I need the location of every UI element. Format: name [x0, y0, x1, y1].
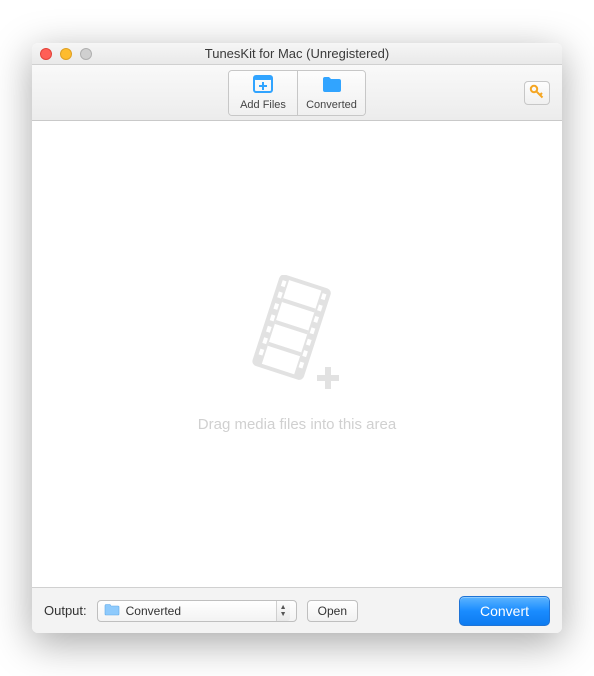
register-button[interactable] — [524, 81, 550, 105]
drop-area[interactable]: Drag media files into this area — [32, 121, 562, 587]
folder-small-icon — [104, 603, 120, 619]
drag-hint-text: Drag media files into this area — [198, 416, 396, 433]
convert-button[interactable]: Convert — [459, 596, 550, 626]
add-files-label: Add Files — [240, 99, 286, 111]
traffic-lights — [32, 48, 92, 60]
open-button[interactable]: Open — [307, 600, 358, 622]
close-window-button[interactable] — [40, 48, 52, 60]
converted-label: Converted — [306, 99, 357, 111]
app-window: TunesKit for Mac (Unregistered) Add File… — [32, 43, 562, 633]
titlebar[interactable]: TunesKit for Mac (Unregistered) — [32, 43, 562, 65]
convert-button-label: Convert — [480, 603, 529, 619]
key-icon — [529, 84, 545, 103]
open-button-label: Open — [318, 604, 347, 618]
output-folder-select[interactable]: Converted ▲▼ — [97, 600, 297, 622]
folder-icon — [321, 74, 343, 97]
output-folder-name: Converted — [126, 604, 270, 618]
window-title: TunesKit for Mac (Unregistered) — [32, 46, 562, 61]
film-strip-icon — [242, 275, 352, 398]
converted-button[interactable]: Converted — [297, 71, 365, 115]
add-file-icon — [252, 74, 274, 97]
select-stepper-icon: ▲▼ — [276, 601, 290, 621]
bottom-bar: Output: Converted ▲▼ Open Convert — [32, 587, 562, 633]
output-label: Output: — [44, 603, 87, 618]
toolbar: Add Files Converted — [32, 65, 562, 121]
zoom-window-button[interactable] — [80, 48, 92, 60]
toolbar-group: Add Files Converted — [228, 70, 366, 116]
add-files-button[interactable]: Add Files — [229, 71, 297, 115]
minimize-window-button[interactable] — [60, 48, 72, 60]
